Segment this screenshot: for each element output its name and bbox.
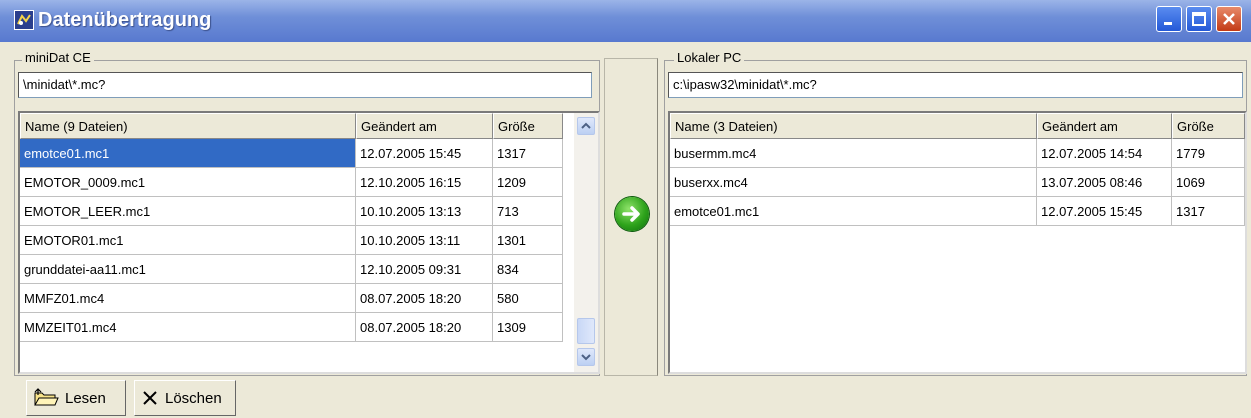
column-name[interactable]: Name (9 Dateien) [20,113,356,139]
file-name-cell: emotce01.mc1 [20,139,356,168]
minidat-path-input[interactable]: \minidat\*.mc? [18,72,592,98]
file-size-cell: 1301 [493,226,563,255]
local-file-list[interactable]: Name (3 Dateien) Geändert am Größe buser… [668,111,1247,374]
file-size-cell: 713 [493,197,563,226]
table-row[interactable]: grunddatei-aa11.mc1 12.10.2005 09:31 834 [20,255,563,284]
table-row[interactable]: emotce01.mc1 12.07.2005 15:45 1317 [20,139,563,168]
file-date-cell: 08.07.2005 18:20 [356,284,493,313]
file-size-cell: 1309 [493,313,563,342]
file-size-cell: 1317 [493,139,563,168]
column-name[interactable]: Name (3 Dateien) [670,113,1037,139]
file-date-cell: 12.10.2005 09:31 [356,255,493,284]
file-date-cell: 12.10.2005 16:15 [356,168,493,197]
table-row[interactable]: buserxx.mc4 13.07.2005 08:46 1069 [670,168,1245,197]
table-row[interactable]: EMOTOR_0009.mc1 12.10.2005 16:15 1209 [20,168,563,197]
folder-open-icon [34,388,59,406]
chevron-up-icon [581,122,591,129]
minidat-group-label: miniDat CE [22,50,94,65]
title-bar: Datenübertragung [0,0,1251,42]
file-name-cell: MMZEIT01.mc4 [20,313,356,342]
file-name-cell: MMFZ01.mc4 [20,284,356,313]
column-size[interactable]: Größe [1172,113,1245,139]
file-date-cell: 08.07.2005 18:20 [356,313,493,342]
local-list-header: Name (3 Dateien) Geändert am Größe [670,113,1245,139]
column-size[interactable]: Größe [493,113,563,139]
minimize-icon [1164,22,1172,25]
app-icon[interactable] [14,10,34,30]
minidat-list-header: Name (9 Dateien) Geändert am Größe [20,113,563,139]
chevron-down-icon [581,354,591,361]
scroll-up-button[interactable] [577,117,595,135]
table-row[interactable]: EMOTOR_LEER.mc1 10.10.2005 13:13 713 [20,197,563,226]
table-row[interactable]: busermm.mc4 12.07.2005 14:54 1779 [670,139,1245,168]
arrow-right-icon [622,206,640,222]
file-size-cell: 1069 [1172,168,1245,197]
minidat-list-body: emotce01.mc1 12.07.2005 15:45 1317 EMOTO… [20,139,563,342]
file-name-cell: grunddatei-aa11.mc1 [20,255,356,284]
scroll-thumb[interactable] [577,318,595,344]
minidat-file-list[interactable]: Name (9 Dateien) Geändert am Größe emotc… [18,111,600,374]
table-row[interactable]: emotce01.mc1 12.07.2005 15:45 1317 [670,197,1245,226]
delete-button[interactable]: Löschen [134,380,236,416]
local-path-input[interactable]: c:\ipasw32\minidat\*.mc? [668,72,1243,98]
window-title: Datenübertragung [38,9,212,31]
file-size-cell: 1317 [1172,197,1245,226]
file-size-cell: 834 [493,255,563,284]
file-name-cell: buserxx.mc4 [670,168,1037,197]
local-pc-group-label: Lokaler PC [674,50,745,65]
maximize-icon [1192,12,1206,26]
close-button[interactable] [1216,6,1242,32]
read-button[interactable]: Lesen [26,380,126,416]
file-date-cell: 12.07.2005 14:54 [1037,139,1172,168]
file-name-cell: emotce01.mc1 [670,197,1037,226]
file-date-cell: 10.10.2005 13:13 [356,197,493,226]
file-size-cell: 1209 [493,168,563,197]
maximize-button[interactable] [1186,6,1212,32]
file-date-cell: 13.07.2005 08:46 [1037,168,1172,197]
transfer-button[interactable] [615,197,649,231]
file-date-cell: 10.10.2005 13:11 [356,226,493,255]
read-button-label: Lesen [65,389,106,407]
column-modified[interactable]: Geändert am [356,113,493,139]
table-row[interactable]: EMOTOR01.mc1 10.10.2005 13:11 1301 [20,226,563,255]
table-row[interactable]: MMFZ01.mc4 08.07.2005 18:20 580 [20,284,563,313]
file-size-cell: 580 [493,284,563,313]
close-icon [1223,13,1235,25]
column-modified[interactable]: Geändert am [1037,113,1172,139]
delete-button-label: Löschen [165,389,222,407]
minimize-button[interactable] [1156,6,1182,32]
file-date-cell: 12.07.2005 15:45 [1037,197,1172,226]
table-row[interactable]: MMZEIT01.mc4 08.07.2005 18:20 1309 [20,313,563,342]
file-name-cell: busermm.mc4 [670,139,1037,168]
file-date-cell: 12.07.2005 15:45 [356,139,493,168]
x-delete-icon [143,391,157,405]
file-name-cell: EMOTOR01.mc1 [20,226,356,255]
file-size-cell: 1779 [1172,139,1245,168]
local-list-body: busermm.mc4 12.07.2005 14:54 1779 buserx… [670,139,1245,226]
file-name-cell: EMOTOR_LEER.mc1 [20,197,356,226]
scroll-down-button[interactable] [577,348,595,366]
file-name-cell: EMOTOR_0009.mc1 [20,168,356,197]
minidat-scrollbar[interactable] [574,113,598,372]
